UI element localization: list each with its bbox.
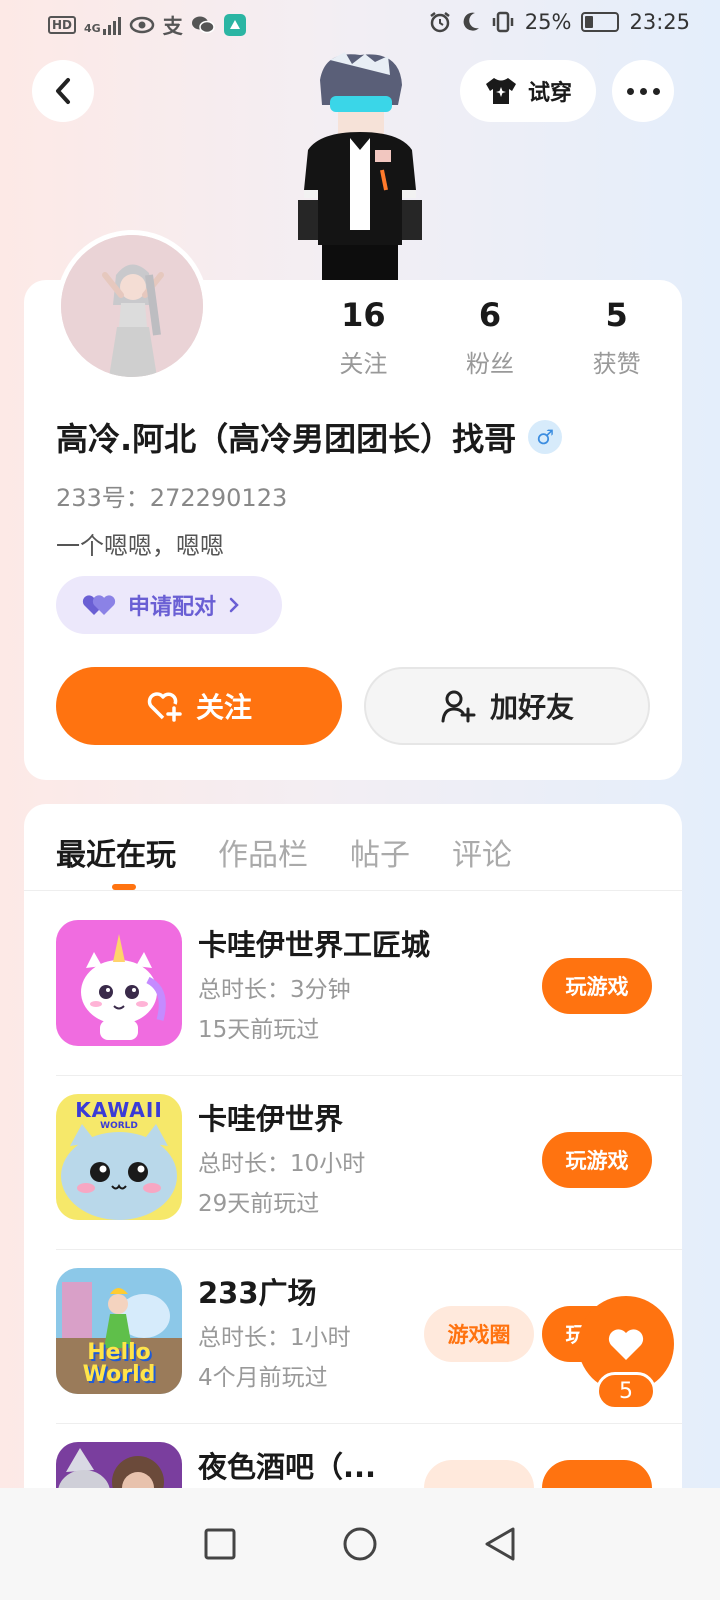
- more-dot: [639, 87, 647, 95]
- icon-text: KAWAII: [75, 1098, 163, 1122]
- game-row[interactable]: 卡哇伊世界工匠城 总时长：3分钟 15天前玩过 玩游戏: [56, 902, 682, 1076]
- follow-button[interactable]: 关注: [56, 667, 342, 745]
- system-nav-bar: [0, 1488, 720, 1600]
- game-last-played: 29天前玩过: [198, 1191, 320, 1217]
- nickname: 高冷.阿北（高冷男团团长）找哥 ♂: [56, 414, 563, 460]
- kawaii-cat-icon: KAWAII WORLD: [56, 1094, 182, 1220]
- back-button[interactable]: [32, 60, 94, 122]
- home-circle-icon[interactable]: [342, 1526, 378, 1562]
- stat-followers[interactable]: 6 粉丝: [427, 296, 554, 379]
- apply-pair-label: 申请配对: [128, 595, 217, 620]
- content-tabs: 最近在玩 作品栏 帖子 评论: [56, 830, 512, 874]
- profile-stats: 16 关注 6 粉丝 5 获赞: [300, 296, 680, 379]
- hero-avatar-figure: [298, 52, 422, 282]
- stat-label: 获赞: [592, 350, 641, 378]
- add-friend-button[interactable]: 加好友: [364, 667, 650, 745]
- vibrate-icon: [492, 11, 514, 33]
- game-last-played: 4个月前玩过: [198, 1365, 328, 1391]
- game-name: 卡哇伊世界: [198, 1102, 344, 1136]
- try-on-label: 试穿: [527, 81, 572, 106]
- icon-text: Hello World: [82, 1340, 156, 1387]
- follow-label: 关注: [195, 691, 252, 724]
- stat-number: 6: [478, 296, 502, 334]
- stat-number: 16: [341, 296, 386, 334]
- clock: 23:25: [629, 10, 690, 34]
- signal-icon: 4G: [84, 15, 121, 35]
- icon-subtext: WORLD: [100, 1121, 138, 1131]
- game-name: 卡哇伊世界工匠城: [198, 928, 431, 962]
- game-duration: 总时长：10小时: [198, 1151, 366, 1177]
- add-user-icon: [441, 690, 476, 723]
- back-triangle-icon[interactable]: [483, 1526, 517, 1562]
- heart-icon: [608, 1329, 644, 1360]
- avatar-image: [61, 235, 203, 377]
- user-id[interactable]: 233号：272290123: [56, 478, 287, 513]
- moon-icon: [463, 12, 479, 31]
- try-on-button[interactable]: 试穿: [460, 60, 596, 122]
- tab-comments[interactable]: 评论: [452, 830, 512, 874]
- unicorn-icon: [56, 920, 182, 1046]
- game-name: 233广场: [198, 1276, 317, 1310]
- tshirt-icon: [485, 78, 516, 104]
- bio: 一个嗯嗯，嗯嗯: [56, 532, 224, 560]
- stat-label: 关注: [339, 350, 388, 378]
- game-circle-button[interactable]: 游戏圈: [424, 1306, 534, 1362]
- tab-posts[interactable]: 帖子: [350, 830, 410, 874]
- divider: [24, 890, 682, 891]
- game-duration: 总时长：3分钟: [198, 977, 351, 1003]
- alipay-icon: 支: [162, 14, 183, 38]
- like-count-badge: 5: [596, 1372, 656, 1410]
- battery-percent: 25%: [524, 10, 572, 34]
- double-heart-icon: [82, 595, 116, 615]
- tab-recent-playing[interactable]: 最近在玩: [56, 830, 176, 874]
- chevron-left-icon: [56, 78, 70, 104]
- stat-likes[interactable]: 5 获赞: [553, 296, 680, 379]
- tab-works[interactable]: 作品栏: [218, 830, 308, 874]
- heart-plus-icon: [147, 692, 182, 722]
- battery-icon: [581, 12, 620, 32]
- more-dot: [652, 87, 660, 95]
- game-name: 夜色酒吧（...: [198, 1450, 377, 1484]
- game-row[interactable]: KAWAII WORLD 卡哇伊世界 总时长：10小时 29天前玩过 玩游戏: [56, 1076, 682, 1250]
- more-dot: [626, 87, 634, 95]
- play-game-button[interactable]: 玩游戏: [542, 1132, 652, 1188]
- stat-number: 5: [605, 296, 628, 334]
- status-bar: HD 4G 支 25% 23:25: [0, 0, 720, 48]
- more-button[interactable]: [612, 60, 674, 122]
- game-last-played: 15天前玩过: [198, 1017, 320, 1043]
- app-store-icon: [223, 13, 246, 36]
- wechat-icon: [191, 16, 215, 33]
- add-friend-label: 加好友: [489, 691, 574, 724]
- stat-following[interactable]: 16 关注: [300, 296, 427, 379]
- content-card: 最近在玩 作品栏 帖子 评论 卡哇伊世界工匠城 总时长：3分钟 15天前玩过 玩…: [24, 804, 682, 1524]
- recent-apps-square-icon[interactable]: [203, 1527, 237, 1561]
- hd-indicator: HD: [48, 15, 77, 34]
- chevron-right-icon: [229, 597, 239, 613]
- nickname-text: 高冷.阿北（高冷男团团长）找哥: [56, 420, 517, 458]
- eye-icon: [129, 16, 154, 33]
- play-game-button[interactable]: 玩游戏: [542, 958, 652, 1014]
- avatar[interactable]: [56, 230, 208, 382]
- network-type: 4G: [84, 21, 101, 35]
- game-duration: 总时长：1小时: [198, 1325, 351, 1351]
- male-gender-icon: ♂: [528, 420, 563, 454]
- alarm-icon: [430, 12, 450, 33]
- stat-label: 粉丝: [466, 350, 514, 378]
- apply-pair-button[interactable]: 申请配对: [56, 576, 282, 634]
- fairy-icon: Hello World: [56, 1268, 182, 1394]
